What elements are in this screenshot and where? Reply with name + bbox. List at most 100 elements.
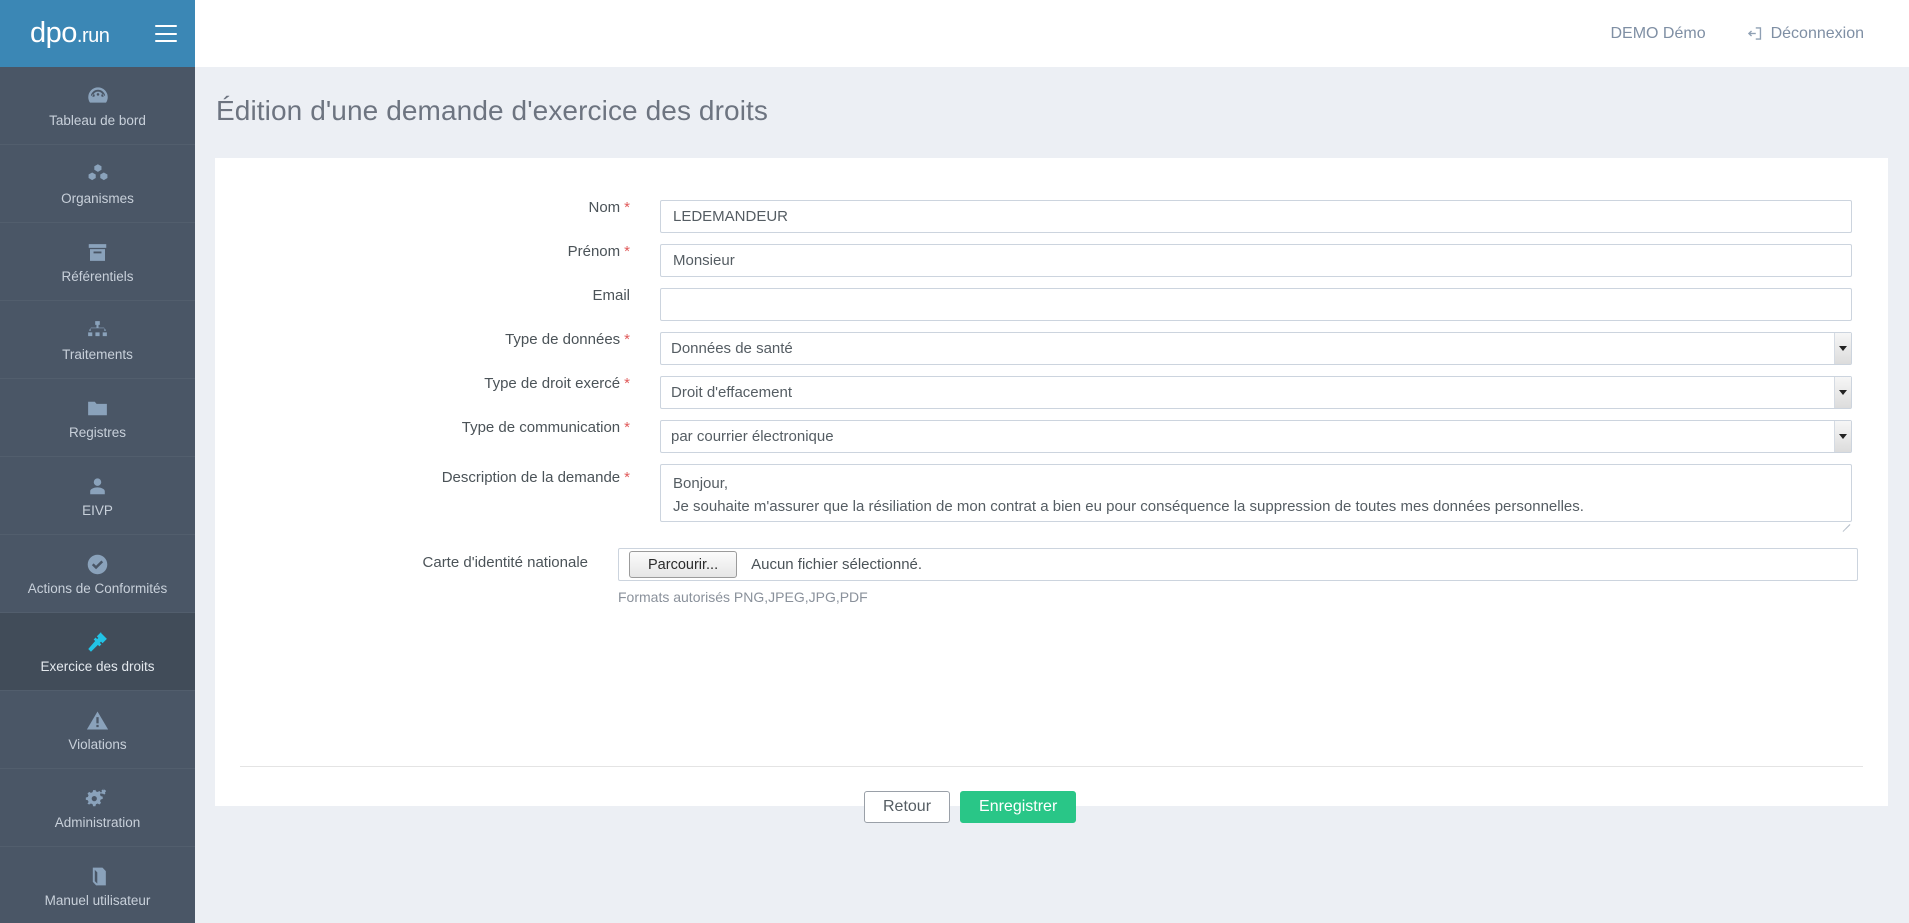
form-row-prenom: Prénom * bbox=[215, 244, 1888, 277]
sidebar-item-label: Traitements bbox=[62, 347, 133, 363]
sidebar-item-violations[interactable]: Violations bbox=[0, 691, 195, 769]
sidebar-item-label: EIVP bbox=[82, 503, 113, 519]
label-text: Type de droit exercé bbox=[484, 375, 621, 392]
sidebar-item-registres[interactable]: Registres bbox=[0, 379, 195, 457]
back-button[interactable]: Retour bbox=[864, 791, 951, 823]
select-wrap: Droit d'effacement bbox=[660, 376, 1852, 409]
sitemap-icon bbox=[85, 317, 110, 343]
warning-triangle-icon bbox=[85, 707, 110, 733]
hamburger-bar bbox=[155, 25, 177, 27]
email-input[interactable] bbox=[660, 288, 1852, 321]
field-type-communication-wrap: par courrier électronique bbox=[660, 420, 1858, 453]
app-root: dpo.run Tableau de bord Organismes Référ… bbox=[0, 0, 1909, 923]
textarea-wrap: Bonjour, Je souhaite m'assurer que la ré… bbox=[660, 464, 1852, 532]
sidebar-item-label: Violations bbox=[68, 737, 127, 753]
label-text: Description de la demande bbox=[441, 469, 621, 486]
form-row-carte-identite: Carte d'identité nationale Parcourir... … bbox=[215, 548, 1888, 605]
sidebar-item-label: Registres bbox=[68, 425, 127, 441]
dashboard-gauge-icon bbox=[85, 83, 111, 109]
label-text: Nom bbox=[588, 199, 621, 216]
field-carte-identite-wrap: Parcourir... Aucun fichier sélectionné. … bbox=[618, 548, 1858, 605]
type-donnees-select[interactable]: Données de santé bbox=[660, 332, 1852, 365]
label-text: Email bbox=[592, 287, 630, 304]
form-row-type-droit: Type de droit exercé * Droit d'effacement bbox=[215, 376, 1888, 409]
sidebar-item-label: Manuel utilisateur bbox=[44, 893, 151, 909]
form-row-email: Email bbox=[215, 288, 1888, 321]
section-divider bbox=[240, 766, 1863, 767]
file-input-box[interactable]: Parcourir... Aucun fichier sélectionné. bbox=[618, 548, 1858, 581]
form-row-type-communication: Type de communication * par courrier élec… bbox=[215, 420, 1888, 453]
field-nom-wrap bbox=[660, 200, 1858, 233]
current-user-label: DEMO Démo bbox=[1610, 24, 1706, 42]
book-icon bbox=[85, 863, 110, 889]
sidebar-item-exercice-des-droits[interactable]: Exercice des droits bbox=[0, 613, 195, 691]
main-content: Édition d'une demande d'exercice des dro… bbox=[195, 67, 1909, 923]
label-type-donnees: Type de données * bbox=[245, 332, 660, 347]
hamburger-bar bbox=[155, 32, 177, 35]
app-logo[interactable]: dpo.run bbox=[30, 17, 110, 49]
file-selected-status: Aucun fichier sélectionné. bbox=[751, 556, 923, 573]
required-asterisk: * bbox=[624, 199, 630, 216]
sidebar-item-organismes[interactable]: Organismes bbox=[0, 145, 195, 223]
prenom-input[interactable] bbox=[660, 244, 1852, 277]
required-asterisk: * bbox=[624, 331, 630, 348]
archive-box-icon bbox=[85, 239, 110, 265]
label-nom: Nom * bbox=[245, 200, 660, 215]
field-type-droit-wrap: Droit d'effacement bbox=[660, 376, 1858, 409]
folder-icon bbox=[85, 395, 110, 421]
sidebar-item-label: Tableau de bord bbox=[49, 113, 146, 129]
label-prenom: Prénom * bbox=[245, 244, 660, 259]
sidebar-item-label: Actions de Conformités bbox=[27, 581, 168, 597]
logout-button[interactable]: Déconnexion bbox=[1746, 25, 1864, 43]
check-circle-icon bbox=[85, 551, 110, 577]
logout-label: Déconnexion bbox=[1770, 24, 1864, 42]
form-row-nom: Nom * bbox=[215, 200, 1888, 233]
nom-input[interactable] bbox=[660, 200, 1852, 233]
label-text: Type de données bbox=[505, 331, 621, 348]
sidebar-item-tableau-de-bord[interactable]: Tableau de bord bbox=[0, 67, 195, 145]
browse-file-button[interactable]: Parcourir... bbox=[629, 551, 738, 578]
hamburger-bar bbox=[155, 40, 177, 42]
label-text: Type de communication bbox=[461, 419, 621, 436]
sidebar-item-label: Administration bbox=[54, 815, 141, 831]
form-row-type-donnees: Type de données * Données de santé bbox=[215, 332, 1888, 365]
sidebar-item-referentiels[interactable]: Référentiels bbox=[0, 223, 195, 301]
field-prenom-wrap bbox=[660, 244, 1858, 277]
save-button[interactable]: Enregistrer bbox=[960, 791, 1077, 823]
form-actions: Retour Enregistrer bbox=[864, 791, 1077, 823]
logo-main-text: dpo bbox=[30, 17, 77, 49]
required-asterisk: * bbox=[624, 243, 630, 260]
cubes-icon bbox=[85, 161, 111, 187]
type-droit-select[interactable]: Droit d'effacement bbox=[660, 376, 1852, 409]
required-asterisk: * bbox=[624, 419, 630, 436]
required-asterisk: * bbox=[624, 375, 630, 392]
page-title: Édition d'une demande d'exercice des dro… bbox=[216, 95, 768, 126]
sidebar-item-manuel-utilisateur[interactable]: Manuel utilisateur bbox=[0, 847, 195, 923]
gavel-icon bbox=[85, 629, 111, 655]
sidebar-item-administration[interactable]: Administration bbox=[0, 769, 195, 847]
select-wrap: par courrier électronique bbox=[660, 420, 1852, 453]
sidebar-item-label: Exercice des droits bbox=[40, 659, 155, 675]
sidebar-item-actions-de-conformites[interactable]: Actions de Conformités bbox=[0, 535, 195, 613]
label-email: Email bbox=[245, 288, 660, 303]
brand-header: dpo.run bbox=[0, 0, 195, 67]
user-icon bbox=[85, 473, 110, 499]
field-type-donnees-wrap: Données de santé bbox=[660, 332, 1858, 365]
label-text: Carte d'identité nationale bbox=[422, 554, 588, 571]
sidebar-item-eivp[interactable]: EIVP bbox=[0, 457, 195, 535]
label-text: Prénom bbox=[567, 243, 621, 260]
field-email-wrap bbox=[660, 288, 1858, 321]
label-type-droit: Type de droit exercé * bbox=[245, 376, 660, 391]
sign-out-icon bbox=[1746, 25, 1763, 42]
hamburger-icon[interactable] bbox=[155, 25, 177, 42]
gears-icon bbox=[85, 785, 110, 811]
sidebar-item-traitements[interactable]: Traitements bbox=[0, 301, 195, 379]
label-carte-identite: Carte d'identité nationale bbox=[245, 548, 618, 570]
file-format-hint: Formats autorisés PNG,JPEG,JPG,PDF bbox=[618, 589, 868, 605]
type-communication-select[interactable]: par courrier électronique bbox=[660, 420, 1852, 453]
sidebar-item-label: Organismes bbox=[61, 191, 134, 207]
label-type-communication: Type de communication * bbox=[245, 420, 660, 435]
description-textarea[interactable]: Bonjour, Je souhaite m'assurer que la ré… bbox=[660, 464, 1852, 522]
form-row-description: Description de la demande * Bonjour, Je s… bbox=[215, 464, 1888, 532]
label-description: Description de la demande * bbox=[245, 464, 660, 485]
